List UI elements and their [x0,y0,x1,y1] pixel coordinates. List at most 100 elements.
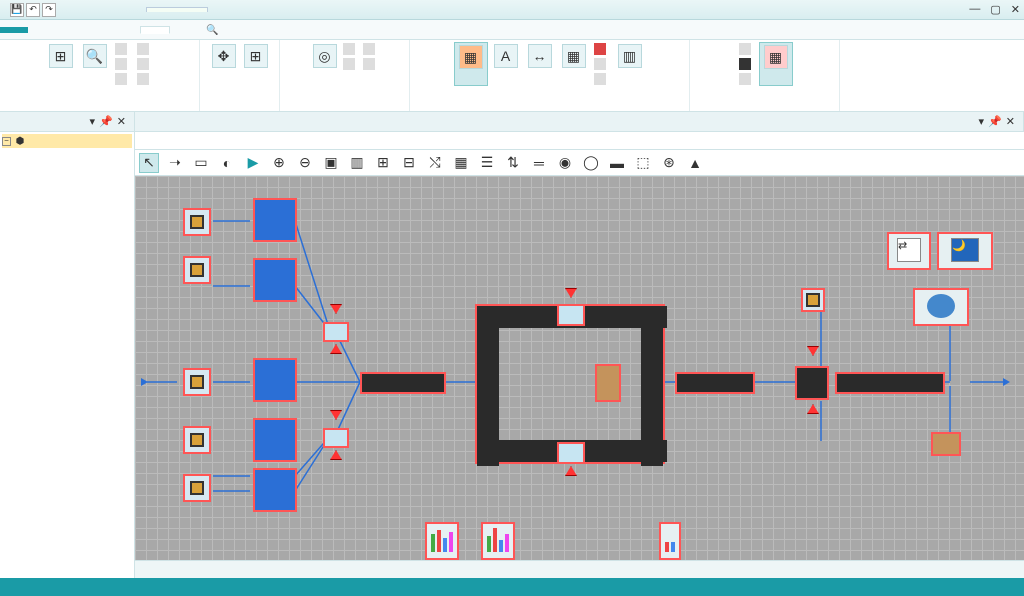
context-tab-3d[interactable] [146,7,208,12]
pickandplace-icon[interactable]: ⤭ [425,153,445,173]
tab-view[interactable] [140,26,170,34]
connections-button[interactable]: ↔ [524,42,556,86]
pointer-icon[interactable]: ↖ [139,153,159,173]
tab-edit[interactable] [112,27,140,33]
singleproc-icon[interactable]: ▣ [321,153,341,173]
pin2-icon[interactable]: 📌 [99,115,113,128]
parallelproc-icon[interactable]: ▥ [347,153,367,173]
station-node[interactable] [253,198,297,242]
file-menu[interactable] [0,27,28,33]
detach-button[interactable] [341,57,361,71]
qat-save-icon[interactable]: 💾 [10,3,24,17]
close-panel-icon[interactable]: ✕ [1006,115,1015,128]
frame-icon[interactable]: ▭ [191,153,211,173]
command-search[interactable] [206,24,218,36]
station-node[interactable] [253,468,297,512]
names-button[interactable]: A [490,42,522,86]
maximize-icon[interactable]: ▢ [990,3,1000,16]
workerpool-palette[interactable] [913,288,969,326]
right-button[interactable] [135,42,155,56]
dismantle-icon[interactable]: ⊟ [399,153,419,173]
tab-home[interactable] [28,27,56,33]
store-icon[interactable]: ▦ [451,153,471,173]
left-button[interactable] [113,42,133,56]
interface-icon[interactable]: ◐ [217,153,237,173]
inherit-options-button[interactable]: ▥ [614,42,646,86]
shiftcalendar-palette[interactable]: 🌙 [937,232,993,270]
source-node[interactable] [183,256,211,284]
add-button[interactable] [361,42,381,56]
flowcontrol-icon[interactable]: ⊛ [659,153,679,173]
class-library-tree[interactable]: −⬢ [0,132,135,578]
source-node[interactable] [183,368,211,396]
conveyor[interactable] [675,372,755,394]
wireframes-button[interactable] [737,72,757,86]
source-node[interactable] [183,208,211,236]
attach-button[interactable] [341,42,361,56]
station-node[interactable] [253,358,297,402]
back-button[interactable] [135,57,155,71]
close-icon[interactable]: ✕ [1011,3,1020,16]
transfer-node[interactable] [557,442,585,464]
source-node[interactable] [183,474,211,502]
tab-debugger[interactable] [56,27,84,33]
station-node[interactable] [253,418,297,462]
bottom-button[interactable] [135,72,155,86]
assembly-icon[interactable]: ⊞ [373,153,393,173]
planning-view-button[interactable]: ▦ [454,42,488,86]
buffer-chart[interactable] [425,522,459,560]
point-clouds-button[interactable] [592,57,612,71]
source-node[interactable] [183,426,211,454]
transfer-node[interactable] [557,304,585,326]
marks-button[interactable]: ◎ [309,42,341,72]
pin-icon[interactable]: ▾ [90,115,96,128]
grid-settings-button[interactable]: ⊞ [240,42,272,72]
buffer-icon[interactable]: ☰ [477,153,497,173]
source-node[interactable] [801,288,825,312]
drain-icon[interactable]: ⊖ [295,153,315,173]
animate-button[interactable] [361,57,381,71]
hide-object-button[interactable] [737,42,757,56]
qat-redo-icon[interactable]: ↷ [42,3,56,17]
conveyor[interactable] [360,372,446,394]
drain-node[interactable] [931,432,961,456]
qat-undo-icon[interactable]: ↶ [26,3,40,17]
grid-button[interactable]: ▦ [558,42,590,86]
u-conveyor[interactable] [475,304,665,464]
unhide-objects-button[interactable] [737,57,757,71]
pin-icon[interactable]: ▾ [979,115,985,128]
view-all-button[interactable]: ⊞ [45,42,77,86]
cycle-icon[interactable]: ▲ [685,153,705,173]
merge-node[interactable] [323,322,349,342]
line-icon[interactable]: ═ [529,153,549,173]
resource-chart[interactable] [481,522,515,560]
track-icon[interactable]: ▬ [607,153,627,173]
broker-palette[interactable]: ⇄ [887,232,931,270]
transform-button[interactable]: ✥ [208,42,240,72]
event-icon[interactable]: ▶ [243,153,263,173]
angconv-icon[interactable]: ◉ [555,153,575,173]
conveyor[interactable] [835,372,945,394]
source-icon[interactable]: ⊕ [269,153,289,173]
worker-chart[interactable] [659,522,681,560]
top-button[interactable] [113,72,133,86]
minimize-icon[interactable]: — [969,3,980,16]
3d-canvas[interactable]: ⇄ 🌙 [135,176,1024,560]
tab-window[interactable] [84,27,112,33]
buffer-node[interactable] [595,364,621,402]
ext-graphic-button[interactable] [592,42,612,56]
close-panel-icon[interactable]: ✕ [117,115,126,128]
zoom-to-objects-button[interactable]: 🔍 [79,42,111,86]
junction-node[interactable] [795,366,829,400]
merge-node[interactable] [323,428,349,448]
sorter-icon[interactable]: ⇅ [503,153,523,173]
turntable-icon[interactable]: ◯ [581,153,601,173]
tab-video[interactable] [170,27,198,33]
obstacles-button[interactable]: ▦ [759,42,793,86]
front-button[interactable] [113,57,133,71]
tree-root[interactable]: −⬢ [2,134,132,148]
twolane-icon[interactable]: ⬚ [633,153,653,173]
pin2-icon[interactable]: 📌 [988,115,1002,128]
station-node[interactable] [253,258,297,302]
shadows-button[interactable] [592,72,612,86]
